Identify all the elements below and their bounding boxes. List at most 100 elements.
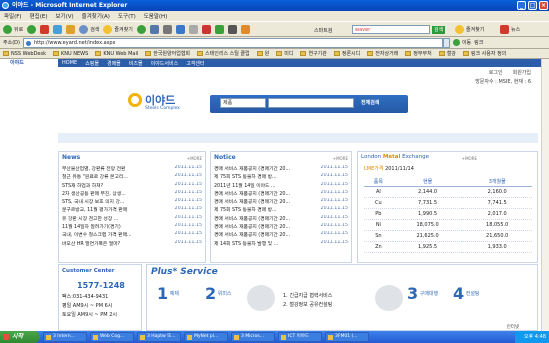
list-item-title[interactable]: 바오산 HR 말연가폭은 얼마? (62, 240, 120, 248)
list-item-title[interactable]: 11월 14일자 알려가기(경기) (62, 223, 121, 231)
tool-button[interactable] (240, 24, 250, 34)
discuss-button[interactable] (188, 24, 198, 34)
task-button[interactable]: ICT 이야드 (278, 332, 322, 342)
link-item[interactable]: KNU Web Mail (95, 51, 138, 57)
toolbar-search-go[interactable]: 검색 (432, 26, 446, 34)
list-item[interactable]: 경매 서비스 재품공지 (경매기간 20... 2011.11.15 (214, 223, 348, 231)
list-item-title[interactable]: 제 14회 STS 동물차 발행 및 ... (214, 240, 278, 248)
bluetooth-button[interactable] (227, 24, 237, 34)
site-search-button[interactable]: 전체검색 (361, 98, 379, 108)
nav-shop[interactable]: 쇼핑몰 (85, 60, 99, 67)
list-item-title[interactable]: STS, 국내 시장 보호 의지 강... (62, 198, 124, 206)
list-item[interactable]: 11월 14일자 알려가기(경기) 2011.11.15 (62, 223, 202, 231)
list-item-title[interactable]: 경매 서비스 재품공지 (경매기간 20... (214, 198, 290, 206)
task-button[interactable]: 3 Micros... (231, 332, 275, 342)
site-search-input[interactable] (268, 98, 354, 108)
list-item-title[interactable]: 국내, 이변수 철스크랩 가격 판매... (62, 231, 132, 239)
print-button[interactable] (162, 24, 172, 34)
task-button[interactable]: Web Cog... (90, 332, 134, 342)
menu-file[interactable]: 파일(F) (4, 12, 22, 20)
stop-button[interactable] (40, 24, 50, 34)
list-item[interactable]: 철근 유통 "원료로 강류 본고리... 2011.11.15 (62, 173, 202, 181)
list-item-title[interactable]: 유 강판 시장 견고한 성장 ... (62, 215, 118, 223)
list-item[interactable]: 경매 서비스 재품공지 (경매기간 20... 2011.11.15 (214, 198, 348, 206)
list-item[interactable]: 문구르방교, 11월 평가가격 판매 2011.11.15 (62, 206, 202, 214)
home-button[interactable] (66, 24, 76, 34)
list-item[interactable]: STS, 국내 시장 보호 의지 강... 2011.11.15 (62, 198, 202, 206)
service-step-2[interactable]: 2 위미스 (205, 284, 232, 314)
site-brand[interactable]: 이야드 (0, 59, 58, 67)
service-step-4[interactable]: 4 컨설팅 (453, 284, 480, 314)
nav-biz[interactable]: 비즈몰 (129, 60, 143, 67)
menu-edit[interactable]: 편집(E) (30, 12, 48, 20)
list-item-title[interactable]: 2차 생산공동 판매 부진, 상생... (62, 190, 126, 198)
list-item-title[interactable]: 부산물산업별, 강판류 전망 전환 (62, 165, 125, 173)
list-item[interactable]: 국내, 이변수 철스크랩 가격 판매... 2011.11.15 (62, 231, 202, 239)
list-item[interactable]: 바오산 HR 말연가폭은 얼마? 2011.11.15 (62, 240, 202, 248)
mail-button[interactable] (149, 24, 159, 34)
close-button[interactable]: × (539, 1, 548, 10)
link-item[interactable]: 한국원양어업협회 (145, 50, 190, 57)
menu-view[interactable]: 보기(V) (55, 12, 73, 20)
toolbar-search-input[interactable]: waver (352, 25, 430, 34)
search-button[interactable]: 검색 (79, 24, 99, 34)
list-item-title[interactable]: 경매 서비스 재품공지 (경매기간 20... (214, 231, 290, 239)
refresh-button[interactable] (53, 24, 63, 34)
task-button[interactable]: 3 Intern... (43, 332, 87, 342)
link-item[interactable]: 링크 사용자 정의 (462, 50, 506, 57)
list-item-title[interactable]: 철근 유통 "원료로 강류 본고리... (62, 173, 128, 181)
link-item[interactable]: 철강 (438, 50, 456, 57)
list-item-title[interactable]: 경매 서비스 재품공지 (경매기간 20... (214, 215, 290, 223)
nav-home[interactable]: HOME (62, 60, 77, 66)
media-button[interactable] (136, 24, 146, 34)
go-button[interactable]: 이동 (452, 39, 471, 46)
nav-service[interactable]: 이야드서비스 (151, 60, 179, 67)
link-item[interactable]: NSS WebDesk (3, 51, 46, 57)
nav-auction[interactable]: 경매몰 (107, 60, 121, 67)
minimize-button[interactable]: _ (517, 1, 526, 10)
link-item[interactable]: 미디 (276, 50, 293, 57)
list-item[interactable]: 유 강판 시장 견고한 성장 ... 2011.11.15 (62, 215, 202, 223)
task-button[interactable]: 3FM01 (... (325, 332, 369, 342)
login-link[interactable]: 로그인 (489, 69, 503, 76)
clock[interactable]: 오후 4:48 (524, 334, 546, 340)
news-button[interactable]: 뉴스 (500, 25, 520, 34)
menu-help[interactable]: 도움말(H) (144, 12, 168, 20)
list-item-title[interactable]: 제 75회 STS 동물차 경매 방... (214, 206, 277, 214)
nav-customer[interactable]: 고객센터 (186, 60, 204, 67)
join-link[interactable]: 회원가입 (513, 69, 531, 76)
start-button[interactable]: 시작 (0, 331, 40, 343)
link-item[interactable]: KNU NEWS (53, 51, 88, 57)
list-item-title[interactable]: 경매 서비스 재품공지 (경매기간 20... (214, 165, 290, 173)
list-item[interactable]: 경매 서비스 재품공지 (경매기간 20... 2011.11.15 (214, 165, 348, 173)
link-item[interactable]: 스테인리스 스틸 클럽 (197, 50, 250, 57)
vertical-scrollbar[interactable] (541, 59, 549, 331)
menu-favorites[interactable]: 즐겨찾기(A) (82, 12, 110, 20)
news-more-link[interactable]: +MORE (187, 156, 202, 161)
word-button[interactable] (175, 24, 185, 34)
notice-more-link[interactable]: +MORE (333, 156, 348, 161)
back-button[interactable]: 뒤로 (3, 24, 23, 34)
list-item-title[interactable]: 2011년 11월 14일 이야드 ... (214, 182, 276, 190)
lme-more-link[interactable]: +MORE (462, 156, 477, 161)
service-step-3[interactable]: 3 구매대행 (407, 284, 438, 314)
task-button[interactable]: MyNet pi... (184, 332, 228, 342)
list-item[interactable]: 부산물산업별, 강판류 전망 전환 2011.11.15 (62, 165, 202, 173)
list-item[interactable]: 경매 서비스 재품공지 (경매기간 20... 2011.11.15 (214, 215, 348, 223)
address-input[interactable]: http://www.eyard.net/index.aspx (22, 37, 443, 48)
list-item[interactable]: 경매 서비스 재품공지 (경매기간 20... 2011.11.15 (214, 231, 348, 239)
menu-tools[interactable]: 도구(T) (118, 12, 136, 20)
address-dropdown[interactable] (442, 37, 450, 48)
list-item[interactable]: STS재 하업과 하쳐? 2011.11.15 (62, 182, 202, 190)
link-item[interactable]: 연구기관 (300, 50, 327, 57)
list-item[interactable]: 2차 생산공동 판매 부진, 상생... 2011.11.15 (62, 190, 202, 198)
list-item[interactable]: 제 75회 STS 동물차 경매 방... 2011.11.15 (214, 206, 348, 214)
link-item[interactable]: 전자상거래 (367, 50, 398, 57)
list-item-title[interactable]: 제 75회 STS 동물차 경매 방... (214, 173, 277, 181)
research-button[interactable] (201, 24, 211, 34)
favorites-right-button[interactable]: 즐겨찾기 (455, 25, 484, 34)
maximize-button[interactable]: □ (528, 1, 537, 10)
links-label[interactable]: 링크 (474, 39, 483, 46)
list-item[interactable]: 제 75회 STS 동물차 경매 방... 2011.11.15 (214, 173, 348, 181)
messenger-button[interactable] (214, 24, 224, 34)
